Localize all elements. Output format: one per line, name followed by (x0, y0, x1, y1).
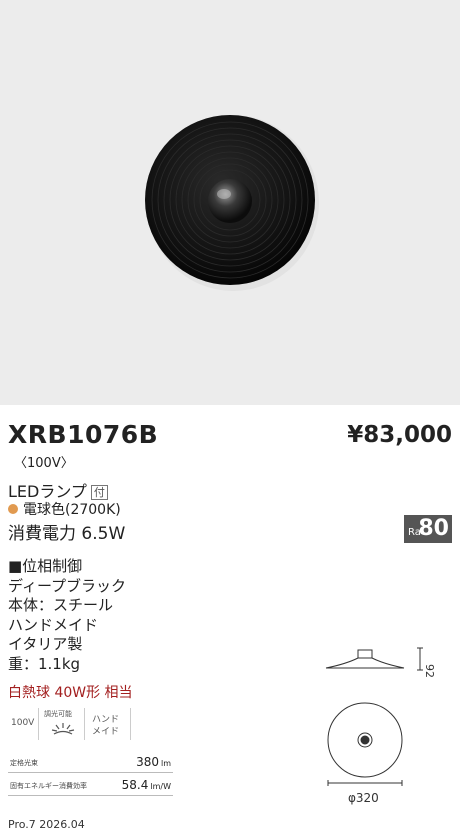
spec-item: ハンドメイド (8, 615, 99, 634)
product-photo (0, 0, 460, 405)
dimension-diagram-icon: 92 φ320 (325, 647, 436, 805)
efficiency-value: 58.4 lm/W (122, 778, 171, 792)
handmade-label-2: メイド (92, 727, 120, 737)
color-temperature: 電球色(2700K) (8, 499, 121, 519)
performance-table: 定格光束 380 lm 固有エネルギー消費効率 58.4 lm/W (8, 750, 173, 796)
voltage-icon: 100V (8, 708, 39, 740)
height-dimension: 92 (423, 664, 436, 678)
voltage-label: 〈100V〉 (14, 456, 74, 471)
flux-label: 定格光束 (10, 759, 38, 767)
incandescent-equivalent: 白熱球 40W形 相当 (8, 685, 133, 701)
spec-item: 本体：スチール (8, 596, 114, 614)
spec-item: ディープブラック (8, 576, 127, 595)
color-dot-icon (8, 504, 18, 514)
flux-unit: lm (160, 759, 171, 768)
footer-code: Pro.7 2026.04 (8, 818, 85, 831)
spec-item: イタリア製 (8, 635, 83, 653)
flux-number: 380 (136, 755, 159, 769)
spec-item: ■位相制御 (8, 557, 83, 575)
table-row: 定格光束 380 lm (8, 750, 173, 773)
spec-list: ■位相制御 ディープブラック 本体：スチール ハンドメイド イタリア製 重：1.… (8, 557, 126, 674)
power-consumption: 消費電力 6.5W (8, 524, 126, 544)
wall-lamp-image (145, 115, 319, 291)
flux-value: 380 lm (136, 755, 171, 769)
included-badge: 付 (90, 485, 108, 500)
dimmable-icon-label: 調光可能 (44, 710, 72, 718)
dimmable-icon: 調光可能 (42, 708, 85, 740)
price: ¥83,000 (347, 422, 452, 448)
spec-item: 重：1.1kg (8, 654, 81, 673)
efficiency-label: 固有エネルギー消費効率 (10, 782, 87, 790)
diameter-dimension: φ320 (348, 791, 379, 805)
dimming-rays-icon (51, 723, 75, 735)
handmade-icon: ハンド メイド (88, 708, 131, 740)
color-temp-label: 電球色(2700K) (23, 502, 121, 518)
dimension-drawing: 92 φ320 (320, 640, 450, 814)
table-row: 固有エネルギー消費効率 58.4 lm/W (8, 773, 173, 796)
voltage-icon-label: 100V (11, 718, 35, 728)
efficiency-unit: lm/W (150, 782, 171, 791)
efficiency-number: 58.4 (121, 778, 149, 792)
ra-badge: Ra 80 (404, 515, 452, 543)
model-number: XRB1076B (8, 420, 159, 449)
ra-value: 80 (418, 516, 449, 541)
